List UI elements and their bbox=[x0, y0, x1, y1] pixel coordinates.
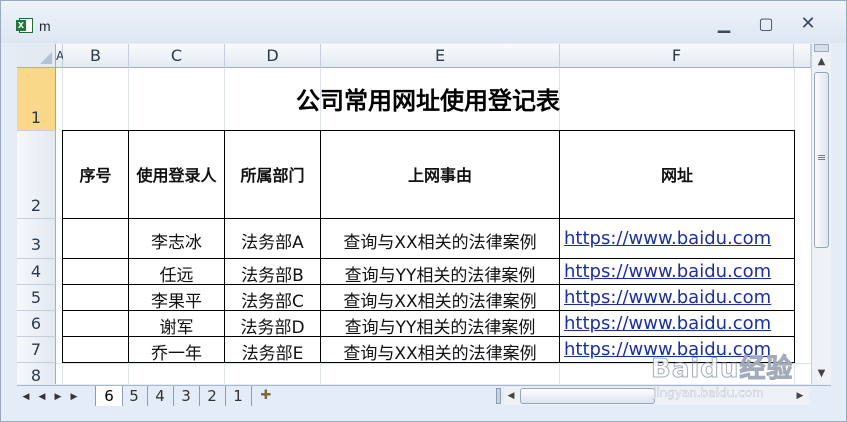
prev-sheet-icon[interactable]: ◀ bbox=[35, 389, 49, 405]
spreadsheet-grid[interactable]: A B C D E F 1 2 3 4 5 6 7 8 公司常用网址使用登记表 bbox=[17, 44, 811, 384]
table-border bbox=[62, 258, 795, 259]
row-header-5[interactable]: 5 bbox=[17, 285, 56, 311]
sheet-tab-1[interactable]: 1 bbox=[225, 386, 252, 406]
cell-url[interactable]: https://www.baidu.com bbox=[564, 261, 794, 282]
cell-dept[interactable]: 法务部B bbox=[225, 261, 320, 286]
url-link[interactable]: https://www.baidu.com bbox=[564, 228, 771, 249]
scroll-up-arrow-icon[interactable]: ▲ bbox=[814, 54, 829, 70]
select-all-corner[interactable] bbox=[17, 44, 56, 68]
cell-reason[interactable]: 查询与YY相关的法律案例 bbox=[321, 313, 559, 338]
column-header-g[interactable] bbox=[794, 44, 811, 68]
row-header-7[interactable]: 7 bbox=[17, 337, 56, 363]
cell-dept[interactable]: 法务部A bbox=[225, 228, 320, 253]
cell-url[interactable]: https://www.baidu.com bbox=[564, 339, 794, 360]
cell-url[interactable]: https://www.baidu.com bbox=[564, 313, 794, 334]
scroll-right-arrow-icon[interactable]: ▶ bbox=[793, 388, 807, 404]
header-reason[interactable]: 上网事由 bbox=[321, 162, 559, 186]
table-border bbox=[62, 130, 795, 131]
header-seq[interactable]: 序号 bbox=[63, 162, 128, 186]
maximize-button[interactable]: ▢ bbox=[755, 14, 777, 34]
row-header-6[interactable]: 6 bbox=[17, 311, 56, 337]
url-link[interactable]: https://www.baidu.com bbox=[564, 313, 771, 334]
cell-dept[interactable]: 法务部E bbox=[225, 339, 320, 364]
vertical-scroll-thumb[interactable] bbox=[814, 72, 829, 248]
first-sheet-icon[interactable]: ◀ bbox=[19, 389, 33, 405]
sheet-tab-3[interactable]: 3 bbox=[173, 386, 200, 406]
url-link[interactable]: https://www.baidu.com bbox=[564, 287, 771, 308]
insert-sheet-icon[interactable]: ✚ bbox=[255, 386, 277, 406]
sheet-tab-bar: ◀ ◀ ▶ ▶ 6 5 4 3 2 1 ✚ ◀ ▶ bbox=[17, 385, 831, 407]
cell-user[interactable]: 李志冰 bbox=[129, 228, 224, 253]
excel-window: m ▁ ▢ ✕ A B C D E F 1 2 3 4 5 6 7 8 公司常用… bbox=[0, 0, 847, 422]
header-dept[interactable]: 所属部门 bbox=[225, 162, 320, 186]
cell-reason[interactable]: 查询与XX相关的法律案例 bbox=[321, 228, 559, 253]
column-header-b[interactable]: B bbox=[63, 44, 129, 68]
sheet-title[interactable]: 公司常用网址使用登记表 bbox=[65, 81, 791, 116]
row-header-2[interactable]: 2 bbox=[17, 131, 56, 219]
row-header-8[interactable]: 8 bbox=[17, 363, 56, 384]
cell-user[interactable]: 任远 bbox=[129, 261, 224, 286]
horizontal-scroll-thumb[interactable] bbox=[520, 388, 655, 404]
cell-user[interactable]: 李果平 bbox=[129, 287, 224, 312]
scroll-down-arrow-icon[interactable]: ▼ bbox=[814, 366, 829, 382]
scroll-left-arrow-icon[interactable]: ◀ bbox=[504, 388, 518, 404]
cell-url[interactable]: https://www.baidu.com bbox=[564, 287, 794, 308]
window-title: m bbox=[39, 18, 51, 34]
cell-reason[interactable]: 查询与XX相关的法律案例 bbox=[321, 339, 559, 364]
url-link[interactable]: https://www.baidu.com bbox=[564, 339, 771, 360]
row-header-1[interactable]: 1 bbox=[17, 68, 56, 131]
sheet-tab-2[interactable]: 2 bbox=[199, 386, 226, 406]
vertical-split-handle[interactable] bbox=[814, 44, 829, 52]
sheet-tab-6[interactable]: 6 bbox=[95, 386, 123, 406]
cell-dept[interactable]: 法务部D bbox=[225, 313, 320, 338]
cell-reason[interactable]: 查询与XX相关的法律案例 bbox=[321, 287, 559, 312]
cell-url[interactable]: https://www.baidu.com bbox=[564, 228, 794, 249]
cell-user[interactable]: 谢军 bbox=[129, 313, 224, 338]
sheet-tab-5[interactable]: 5 bbox=[121, 386, 148, 406]
table-border bbox=[794, 130, 795, 363]
excel-app-icon[interactable] bbox=[16, 18, 33, 33]
cell-reason[interactable]: 查询与YY相关的法律案例 bbox=[321, 261, 559, 286]
close-button[interactable]: ✕ bbox=[797, 14, 819, 34]
horizontal-scrollbar[interactable]: ◀ ▶ bbox=[504, 387, 809, 405]
last-sheet-icon[interactable]: ▶ bbox=[67, 389, 81, 405]
column-header-e[interactable]: E bbox=[321, 44, 560, 68]
title-bar[interactable]: m ▁ ▢ ✕ bbox=[1, 1, 846, 43]
tab-split-handle[interactable] bbox=[496, 388, 501, 404]
minimize-button[interactable]: ▁ bbox=[713, 14, 735, 34]
column-header-d[interactable]: D bbox=[225, 44, 321, 68]
column-header-c[interactable]: C bbox=[129, 44, 225, 68]
sheet-tab-4[interactable]: 4 bbox=[147, 386, 174, 406]
cell-user[interactable]: 乔一年 bbox=[129, 339, 224, 364]
url-link[interactable]: https://www.baidu.com bbox=[564, 261, 771, 282]
row-header-3[interactable]: 3 bbox=[17, 219, 56, 259]
header-user[interactable]: 使用登录人 bbox=[129, 162, 224, 186]
cell-dept[interactable]: 法务部C bbox=[225, 287, 320, 312]
header-url[interactable]: 网址 bbox=[560, 162, 794, 186]
column-header-f[interactable]: F bbox=[560, 44, 794, 68]
next-sheet-icon[interactable]: ▶ bbox=[51, 389, 65, 405]
vertical-scrollbar[interactable]: ▲ ▼ bbox=[811, 44, 831, 384]
column-header-a[interactable]: A bbox=[56, 44, 64, 68]
table-border bbox=[62, 218, 795, 219]
row-header-4[interactable]: 4 bbox=[17, 259, 56, 285]
